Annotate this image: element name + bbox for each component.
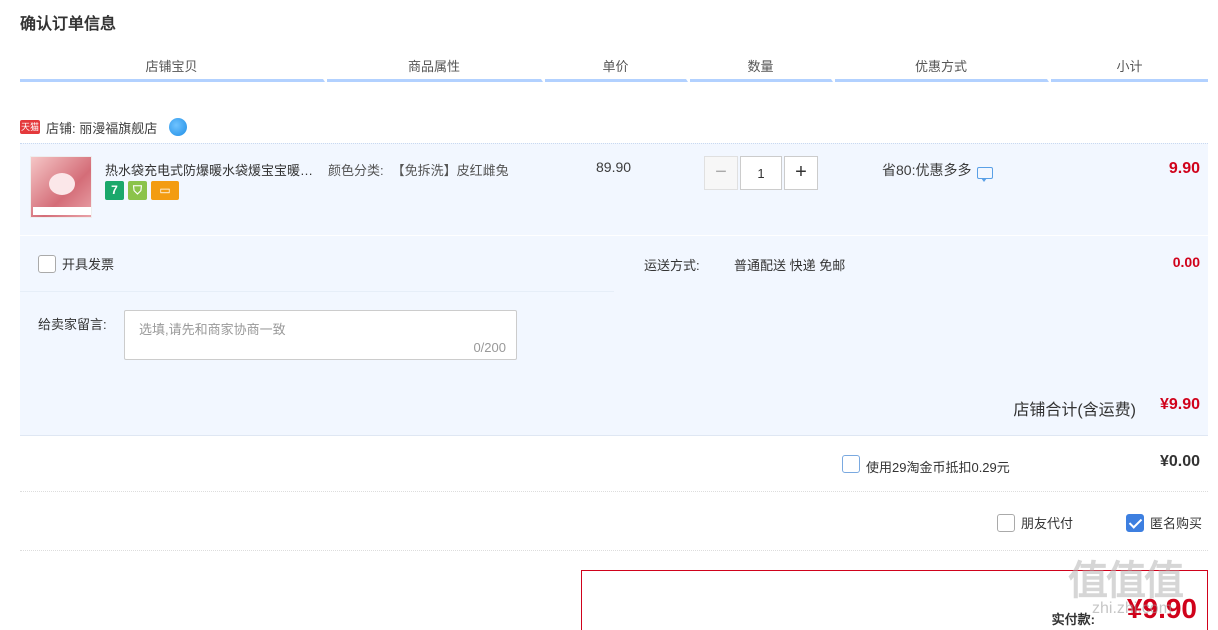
credit-card-icon[interactable]: ▭	[151, 181, 179, 200]
shop-name[interactable]: 店铺: 丽漫福旗舰店	[46, 118, 157, 137]
chat-icon[interactable]	[977, 167, 994, 182]
friend-pay-checkbox[interactable]	[997, 513, 1015, 532]
page-title: 确认订单信息	[20, 16, 117, 33]
wangwang-icon[interactable]	[169, 118, 188, 136]
sku-label: 颜色分类:	[328, 163, 384, 178]
coin-amount: ¥0.00	[1159, 453, 1200, 470]
unit-price: 89.90	[596, 159, 632, 175]
anonymous-label[interactable]: 匿名购买	[1150, 513, 1202, 532]
sku-attribute: 颜色分类: 【免拆洗】皮红雌兔	[328, 160, 509, 179]
guarantee-icon[interactable]: ⛉	[128, 181, 147, 200]
friend-pay-option: 朋友代付	[997, 513, 1073, 532]
column-attributes: 商品属性	[327, 58, 543, 82]
shipping-label: 运送方式:	[644, 258, 700, 273]
anonymous-option: 匿名购买	[1126, 513, 1202, 532]
order-options: 开具发票 给卖家留言: 选填,请先和商家协商一致 0/200 运送方式: 普通配…	[20, 236, 1208, 374]
quantity-input[interactable]	[740, 156, 782, 190]
shop-row: 天猫 店铺: 丽漫福旗舰店	[20, 116, 188, 138]
invoice-row: 开具发票	[20, 236, 614, 292]
quantity-stepper: − +	[704, 156, 818, 190]
item-subtotal: 9.90	[1168, 160, 1200, 177]
options-left-pane: 开具发票 给卖家留言: 选填,请先和商家协商一致 0/200	[20, 236, 614, 374]
invoice-label[interactable]: 开具发票	[62, 254, 114, 273]
thumbnail-graphic	[49, 173, 75, 195]
thumbnail-caption	[33, 207, 91, 215]
discount-text: 省80:优惠多多	[882, 162, 972, 178]
service-badges: 7 ⛉ ▭	[105, 181, 179, 200]
product-title[interactable]: 热水袋充电式防爆暖水袋煖宝宝暖手宝	[105, 160, 325, 179]
discount-info: 省80:优惠多多	[882, 160, 994, 182]
column-quantity: 数量	[690, 58, 833, 82]
extras-row: 朋友代付 匿名购买	[20, 493, 1208, 551]
shop-total-row: 店铺合计(含运费) ¥9.90	[20, 374, 1208, 436]
message-textarea[interactable]: 选填,请先和商家协商一致 0/200	[124, 310, 517, 360]
pay-label: 实付款:	[1051, 612, 1095, 627]
coin-row: 使用29淘金币抵扣0.29元 ¥0.00	[20, 437, 1208, 492]
quantity-minus-button[interactable]: −	[704, 156, 738, 190]
column-discount: 优惠方式	[835, 58, 1049, 82]
column-shop-item: 店铺宝贝	[20, 58, 325, 82]
coin-checkbox-wrap	[842, 455, 860, 473]
order-item: 热水袋充电式防爆暖水袋煖宝宝暖手宝 7 ⛉ ▭ 颜色分类: 【免拆洗】皮红雌兔 8…	[20, 143, 1208, 235]
tmall-icon: 天猫	[20, 120, 40, 134]
friend-pay-label[interactable]: 朋友代付	[1021, 513, 1073, 532]
pay-amount: ¥9.90	[1126, 593, 1197, 624]
message-row: 给卖家留言: 选填,请先和商家协商一致 0/200	[20, 292, 614, 374]
invoice-checkbox[interactable]	[38, 254, 56, 273]
sku-value: 【免拆洗】皮红雌兔	[391, 163, 509, 178]
shipping-fee: 0.00	[1172, 254, 1200, 270]
message-char-count: 0/200	[473, 340, 506, 355]
message-placeholder: 选填,请先和商家协商一致	[139, 322, 286, 337]
column-unit-price: 单价	[545, 58, 688, 82]
product-thumbnail[interactable]	[30, 156, 92, 218]
column-header: 店铺宝贝 商品属性 单价 数量 优惠方式 小计	[20, 58, 1208, 82]
shop-total-amount: ¥9.90	[1159, 396, 1200, 413]
payment-summary: 实付款: ¥9.90	[581, 570, 1208, 630]
column-subtotal: 小计	[1051, 58, 1208, 82]
shipping-method: 普通配送 快递 免邮	[734, 258, 846, 273]
coin-checkbox[interactable]	[842, 455, 860, 473]
shop-total-label: 店铺合计(含运费)	[1013, 402, 1136, 419]
anonymous-checkbox[interactable]	[1126, 513, 1144, 532]
seven-day-return-icon[interactable]: 7	[105, 181, 124, 200]
coin-label[interactable]: 使用29淘金币抵扣0.29元	[866, 457, 1010, 476]
message-label: 给卖家留言:	[38, 317, 107, 332]
quantity-plus-button[interactable]: +	[784, 156, 818, 190]
